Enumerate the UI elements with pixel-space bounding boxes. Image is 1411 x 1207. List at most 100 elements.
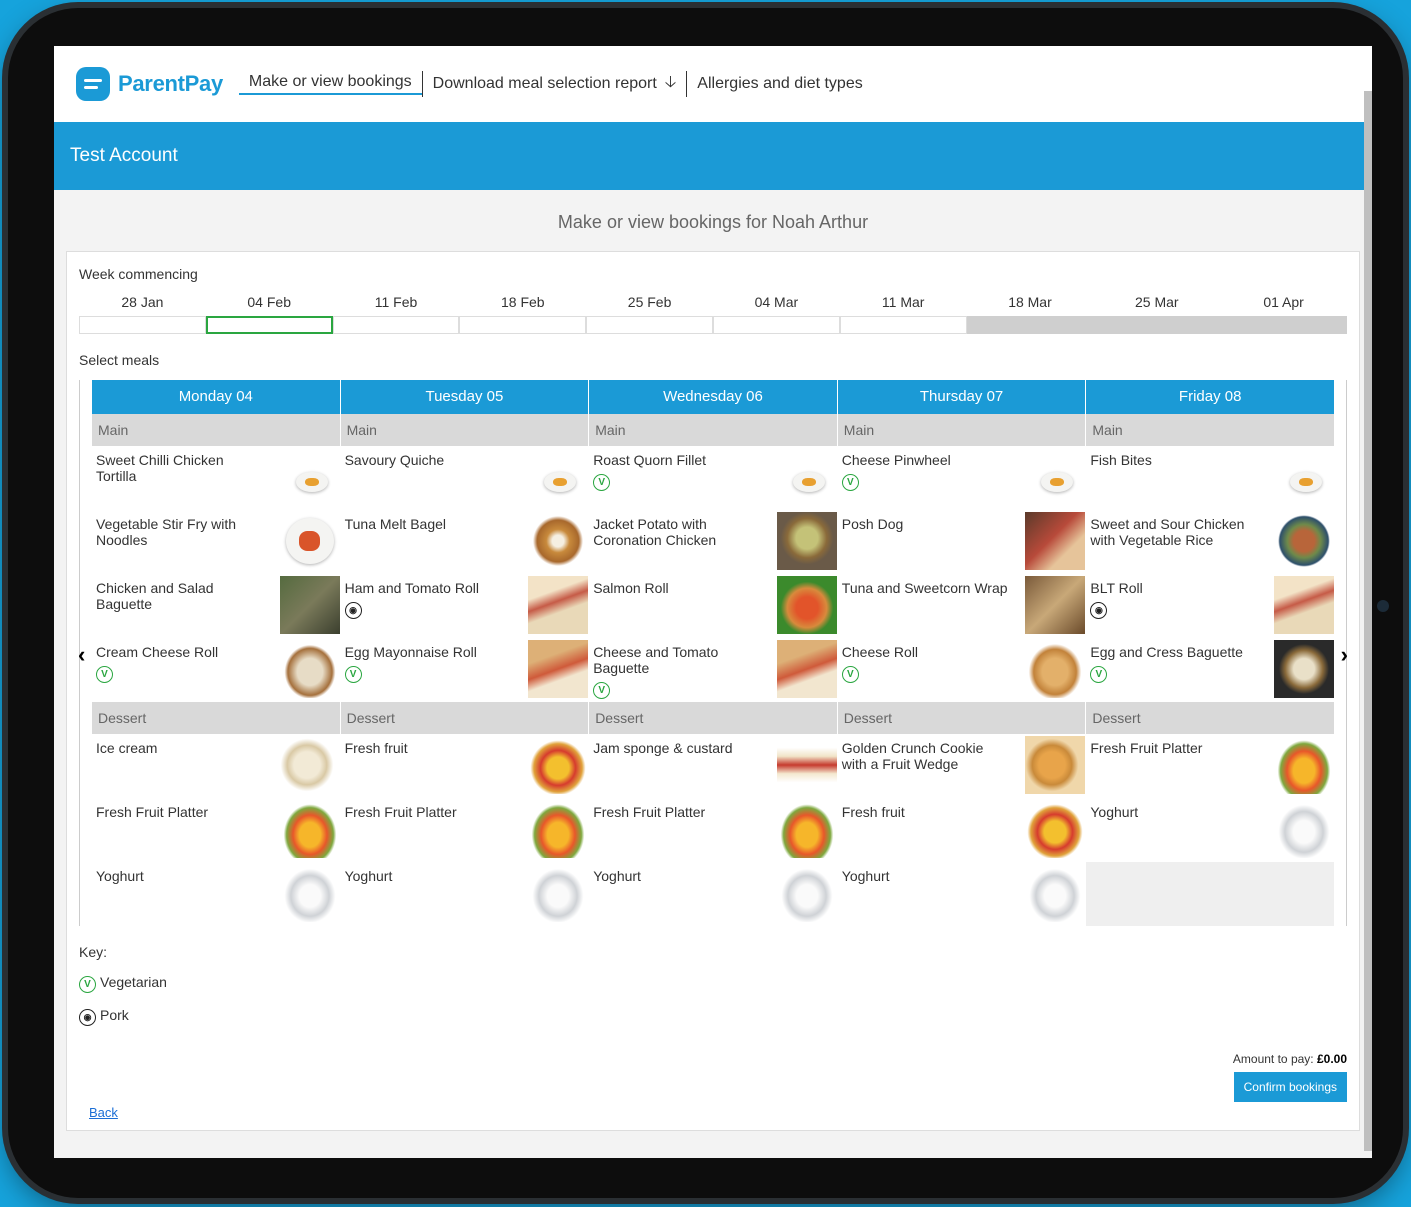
dessert-option[interactable]: Fresh fruit [838, 798, 1086, 862]
week-option-bar [1220, 316, 1347, 334]
main-meal-option[interactable]: Fish Bites [1086, 446, 1334, 510]
dessert-option[interactable]: Yoghurt [589, 862, 837, 926]
meal-photo [528, 800, 589, 858]
meal-photo [1025, 640, 1086, 698]
main-meal-option[interactable]: BLT Roll ◉ [1086, 574, 1334, 638]
meal-photo-image [776, 640, 837, 698]
logo[interactable]: ParentPay [76, 67, 223, 101]
dessert-option[interactable]: Ice cream [92, 734, 340, 798]
main-meal-option[interactable]: Tuna and Sweetcorn Wrap [838, 574, 1086, 638]
meal-text: Sweet Chilli Chicken Tortilla [96, 448, 266, 508]
week-option-bar [332, 316, 460, 334]
week-option[interactable]: 01 Apr [1220, 294, 1347, 334]
meal-photo-image [1273, 800, 1334, 858]
nav-allergies[interactable]: Allergies and diet types [687, 75, 872, 93]
day-column: Friday 08 Main Fish Bites Sweet and Sour Ch… [1086, 380, 1334, 926]
main-meal-option[interactable]: Sweet Chilli Chicken Tortilla [92, 446, 340, 510]
nav-download-report[interactable]: Download meal selection report 🡣 [423, 71, 687, 98]
week-option-bar [712, 316, 840, 334]
dessert-option[interactable]: Fresh Fruit Platter [92, 798, 340, 862]
meal-photo-image [776, 864, 837, 922]
meal-text: Savoury Quiche [345, 448, 515, 508]
meal-photo-image [776, 736, 837, 794]
food-shape [801, 477, 816, 487]
meal-photo [1025, 576, 1086, 634]
meal-photo [538, 466, 583, 498]
week-option[interactable]: 28 Jan [79, 294, 206, 334]
vegetarian-icon: V [593, 682, 611, 699]
meal-photo-image [1025, 512, 1086, 570]
meal-photo-image [776, 576, 837, 634]
week-option-bar [79, 316, 206, 334]
week-option-bar [839, 316, 967, 334]
dessert-option[interactable]: Fresh Fruit Platter [589, 798, 837, 862]
main-meal-option[interactable]: Savoury Quiche [341, 446, 589, 510]
main-meal-option[interactable]: Egg and Cress Baguette V [1086, 638, 1334, 702]
meal-text: Fish Bites [1090, 448, 1260, 508]
main-meal-option[interactable]: Jacket Potato with Coronation Chicken [589, 510, 837, 574]
key-vegetarian: V Vegetarian [79, 970, 1347, 993]
dessert-option[interactable]: Fresh fruit [341, 734, 589, 798]
main-meal-option[interactable]: Tuna Melt Bagel [341, 510, 589, 574]
scrollbar[interactable] [1364, 91, 1372, 1151]
main-section-header: Main [340, 414, 589, 446]
dessert-option[interactable]: Yoghurt [838, 862, 1086, 926]
camera-dot [1377, 600, 1389, 612]
week-option-label: 18 Mar [1008, 294, 1052, 310]
main-meal-option[interactable]: Roast Quorn Fillet V [589, 446, 837, 510]
chevron-right-icon[interactable]: › [1341, 642, 1348, 668]
main-meal-option[interactable]: Cheese Pinwheel V [838, 446, 1086, 510]
dessert-option[interactable]: Golden Crunch Cookie with a Fruit Wedge [838, 734, 1086, 798]
week-option[interactable]: 25 Mar [1093, 294, 1221, 334]
meal-photo-image [1025, 736, 1086, 794]
day-header: Thursday 07 [837, 380, 1086, 414]
dessert-option[interactable]: Fresh Fruit Platter [341, 798, 589, 862]
meal-name: Cheese Pinwheel [841, 452, 951, 468]
nav-make-bookings[interactable]: Make or view bookings [238, 73, 422, 95]
chevron-left-icon[interactable]: ‹ [78, 642, 85, 668]
key-pork: ◉ Pork [79, 1003, 1347, 1026]
main-meal-option[interactable]: Vegetable Stir Fry with Noodles [92, 510, 340, 574]
meal-text: Cream Cheese Roll V [96, 640, 266, 700]
dessert-section-header: Dessert [1086, 702, 1334, 734]
meal-photo [1273, 512, 1334, 570]
week-option[interactable]: 18 Mar [966, 294, 1094, 334]
week-option[interactable]: 18 Feb [459, 294, 587, 334]
confirm-bookings-button[interactable]: Confirm bookings [1233, 1072, 1347, 1102]
week-option[interactable]: 04 Mar [712, 294, 840, 334]
week-label: Week commencing [79, 266, 198, 282]
main-section-header: Main [837, 414, 1086, 446]
meal-name: Yoghurt [593, 868, 641, 884]
pork-icon: ◉ [1090, 602, 1108, 619]
meal-photo-image [1273, 512, 1334, 570]
account-banner: Test Account [54, 122, 1372, 190]
dessert-option[interactable]: Yoghurt [341, 862, 589, 926]
main-meal-option[interactable]: Cheese and Tomato Baguette V [589, 638, 837, 702]
dessert-option[interactable]: Yoghurt [92, 862, 340, 926]
dessert-option[interactable]: Jam sponge & custard [589, 734, 837, 798]
screen: ParentPay Make or view bookings Download… [54, 46, 1372, 1158]
meal-photo-image [1025, 640, 1086, 698]
main-meal-option[interactable]: Salmon Roll [589, 574, 837, 638]
dessert-option[interactable]: Yoghurt [1086, 798, 1334, 862]
week-option[interactable]: 25 Feb [586, 294, 713, 334]
week-option[interactable]: 11 Feb [332, 294, 460, 334]
main-meal-option[interactable]: Posh Dog [838, 510, 1086, 574]
week-option[interactable]: 04 Feb [205, 294, 333, 334]
main-meal-option[interactable]: Cream Cheese Roll V [92, 638, 340, 702]
payment-footer: Amount to pay: £0.00 Confirm bookings [1233, 1052, 1347, 1102]
meal-text: Roast Quorn Fillet V [593, 448, 763, 508]
meal-text: Egg and Cress Baguette V [1090, 640, 1260, 700]
main-meal-option[interactable]: Cheese Roll V [838, 638, 1086, 702]
meal-name: Tuna Melt Bagel [344, 516, 447, 532]
main-meal-option[interactable]: Chicken and Salad Baguette [92, 574, 340, 638]
top-nav: ParentPay Make or view bookings Download… [54, 46, 1372, 122]
main-meal-option[interactable]: Ham and Tomato Roll ◉ [341, 574, 589, 638]
dessert-option[interactable]: Fresh Fruit Platter [1086, 734, 1334, 798]
meal-photo [1025, 736, 1086, 794]
main-meal-option[interactable]: Sweet and Sour Chicken with Vegetable Ri… [1086, 510, 1334, 574]
main-meal-option[interactable]: Egg Mayonnaise Roll V [341, 638, 589, 702]
week-option[interactable]: 11 Mar [839, 294, 967, 334]
back-link[interactable]: Back [89, 1105, 118, 1120]
meal-photo [528, 864, 589, 922]
